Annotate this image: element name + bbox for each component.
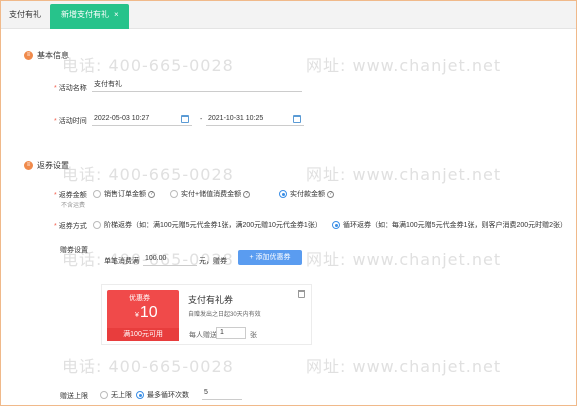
per-person-label: 每人赠送 — [189, 332, 217, 339]
start-time-input[interactable]: 2022-05-03 10:27 — [92, 112, 192, 126]
date-separator: - — [200, 116, 203, 123]
help-icon[interactable]: ? — [327, 190, 334, 198]
coupon-name: 支付有礼券 — [188, 295, 234, 305]
radio-cyclic-rebate[interactable]: 循环返券（如：每满100元赠5元代金券1张，则客户消费200元时赠2张） — [332, 220, 567, 230]
info-icon: ≡ — [24, 51, 33, 60]
calendar-icon[interactable] — [293, 115, 301, 123]
add-coupon-button[interactable]: + 添加优惠券 — [238, 250, 302, 265]
coupon-amount: ¥10 — [135, 304, 158, 321]
form-content: 电话: 400-665-0028 网址: www.chanjet.net 电话: … — [6, 35, 572, 405]
watermark: 电话: 400-665-0028 网址: www.chanjet.net — [62, 357, 502, 376]
radio-sales-order-amount[interactable]: 销售订单金额? — [93, 189, 155, 199]
close-icon[interactable]: × — [114, 10, 119, 19]
section-rebate-settings: ≡ 返券设置 — [24, 160, 69, 171]
end-time-input[interactable]: 2021-10-31 10:25 — [206, 112, 304, 126]
radio-paid-plus-stored[interactable]: 实付+储值消费金额? — [170, 189, 251, 199]
tab-new-payment-gift[interactable]: 新增支付有礼 × — [50, 4, 129, 29]
calendar-icon[interactable] — [181, 115, 189, 123]
radio-max-cycles[interactable]: 最多循环次数 — [136, 390, 189, 400]
rebate-amount-hint: 不含运费 — [61, 203, 86, 209]
watermark: 电话: 400-665-0028 网址: www.chanjet.net — [62, 56, 502, 75]
help-icon[interactable]: ? — [243, 190, 251, 198]
coupon-condition: 满100元可用 — [107, 328, 179, 341]
per-person-input[interactable]: 1 — [216, 327, 246, 339]
radio-no-limit[interactable]: 无上限 — [100, 390, 132, 400]
activity-time-label: * 活动时间 — [54, 118, 87, 125]
gift-settings-label: 赠券设置 — [60, 247, 88, 254]
section-title: 返券设置 — [37, 161, 69, 170]
help-icon[interactable]: ? — [148, 190, 155, 198]
per-person-unit: 张 — [250, 332, 257, 339]
tab-payment-gift[interactable]: 支付有礼 — [4, 4, 46, 29]
single-consume-prefix: 单笔消费满 — [104, 258, 139, 265]
activity-name-label: * 活动名称 — [54, 85, 87, 92]
single-consume-input[interactable]: 100.00 — [143, 252, 197, 266]
coupon-validity: 自赠发出之日起30天内有效 — [188, 312, 261, 318]
settings-icon: ≡ — [24, 161, 33, 170]
coupon-badge: 优惠券 ¥10 满100元可用 — [107, 290, 179, 341]
radio-tiered-rebate[interactable]: 阶梯返券（如：满100元赠5元代金券1张，满200元赠10元代金券1张） — [93, 220, 322, 230]
trash-icon[interactable] — [298, 290, 305, 298]
tab-label: 新增支付有礼 — [61, 10, 109, 19]
activity-name-input[interactable]: 支付有礼 — [92, 78, 302, 92]
rebate-mode-label: * 返券方式 — [54, 223, 87, 230]
radio-paid-amount[interactable]: 实付款金额? — [279, 189, 334, 199]
section-title: 基本信息 — [37, 51, 69, 60]
rebate-amount-label: * 返券金额 — [54, 192, 87, 199]
watermark: 电话: 400-665-0028 网址: www.chanjet.net — [62, 165, 502, 184]
tab-bar: 支付有礼 新增支付有礼 × — [1, 1, 576, 29]
section-basic-info: ≡ 基本信息 — [24, 50, 69, 61]
coupon-card: 优惠券 ¥10 满100元可用 支付有礼券 自赠发出之日起30天内有效 每人赠送… — [101, 284, 312, 345]
gift-limit-label: 赠送上限 — [60, 393, 88, 400]
max-cycles-input[interactable]: 5 — [202, 387, 242, 400]
coupon-type: 优惠券 — [129, 295, 150, 302]
single-consume-suffix: 元，赠券 — [199, 258, 227, 265]
